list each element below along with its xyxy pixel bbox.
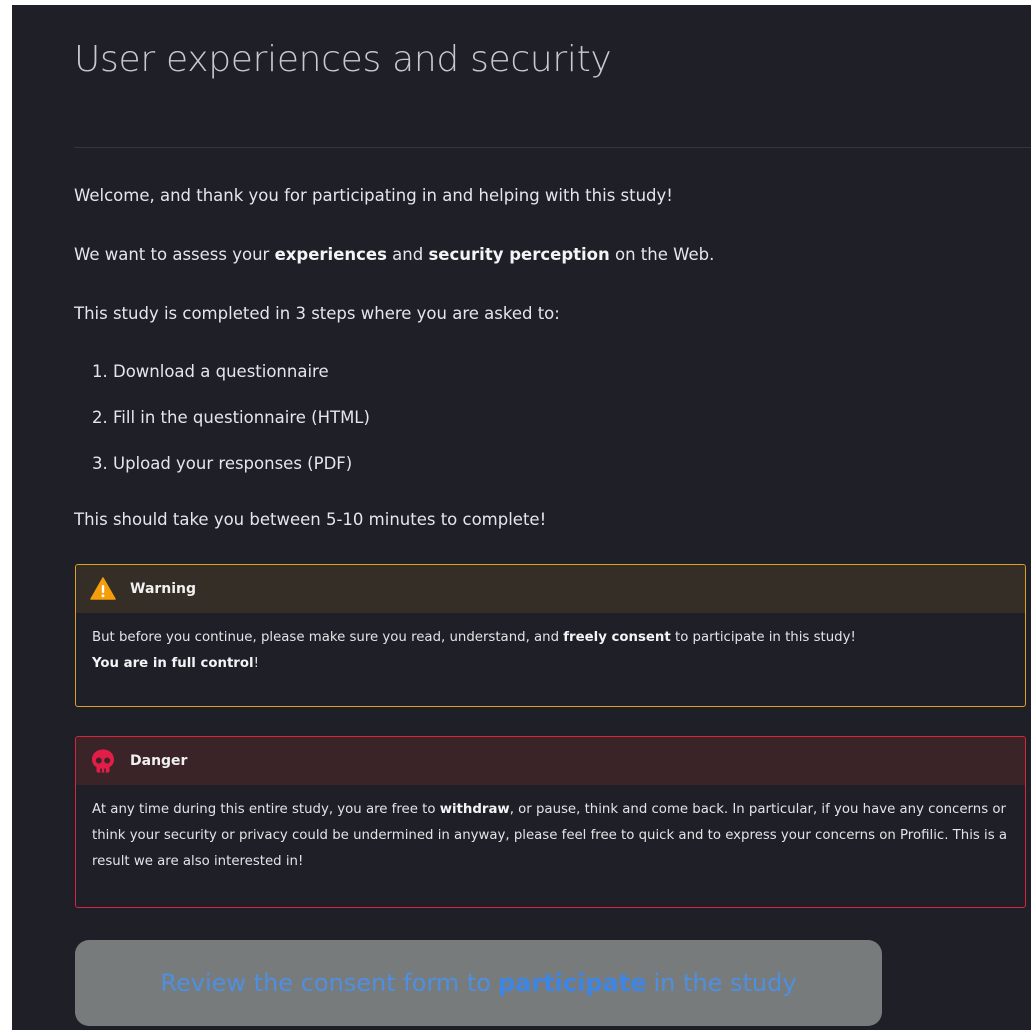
- page-title: User experiences and security: [74, 39, 612, 80]
- danger-body-bold: withdraw: [439, 802, 510, 817]
- danger-title: Danger: [130, 753, 188, 769]
- warning-title: Warning: [130, 581, 197, 597]
- warning-admonition: Warning But before you continue, please …: [75, 564, 1026, 707]
- cta-suffix: in the study: [653, 969, 797, 997]
- warning-line-2: You are in full control!: [92, 651, 1009, 677]
- warning-header: Warning: [76, 565, 1025, 613]
- title-divider: [74, 147, 1031, 148]
- danger-header: Danger: [76, 737, 1025, 785]
- warning-body: But before you continue, please make sur…: [76, 613, 1025, 677]
- warning-body-bold: freely consent: [563, 630, 671, 645]
- list-item: 1. Download a questionnaire: [92, 362, 329, 381]
- warning-body-suffix: to participate in this study!: [670, 630, 856, 645]
- warning-triangle-icon: [90, 576, 116, 602]
- steps-intro: This study is completed in 3 steps where…: [74, 304, 560, 323]
- assess-prefix: We want to assess your: [74, 245, 275, 264]
- skull-icon: [90, 748, 116, 774]
- danger-admonition: Danger At any time during this entire st…: [75, 736, 1026, 908]
- assess-bold-experiences: experiences: [274, 245, 387, 264]
- assess-bold-security: security perception: [428, 245, 610, 264]
- danger-body: At any time during this entire study, yo…: [76, 785, 1025, 875]
- list-item: 2. Fill in the questionnaire (HTML): [92, 408, 370, 427]
- warning-control-bold: You are in full control: [92, 656, 254, 671]
- assess-mid: and: [386, 245, 429, 264]
- danger-body-prefix: At any time during this entire study, yo…: [92, 802, 440, 817]
- warning-body-prefix: But before you continue, please make sur…: [92, 630, 564, 645]
- warning-control-suffix: !: [253, 656, 259, 671]
- assess-text: We want to assess your experiences and s…: [74, 245, 714, 264]
- assess-suffix: on the Web.: [609, 245, 715, 264]
- list-item: 3. Upload your responses (PDF): [92, 454, 353, 473]
- welcome-text: Welcome, and thank you for participating…: [74, 186, 673, 205]
- review-consent-button[interactable]: Review the consent form to participate i…: [75, 940, 882, 1026]
- steps-list: 1. Download a questionnaire 2. Fill in t…: [92, 358, 370, 496]
- warning-line-1: But before you continue, please make sur…: [92, 625, 1009, 651]
- duration-text: This should take you between 5-10 minute…: [74, 510, 547, 529]
- cta-bold: participate: [497, 969, 647, 997]
- page: User experiences and security Welcome, a…: [12, 5, 1031, 1030]
- cta-prefix: Review the consent form to: [160, 969, 491, 997]
